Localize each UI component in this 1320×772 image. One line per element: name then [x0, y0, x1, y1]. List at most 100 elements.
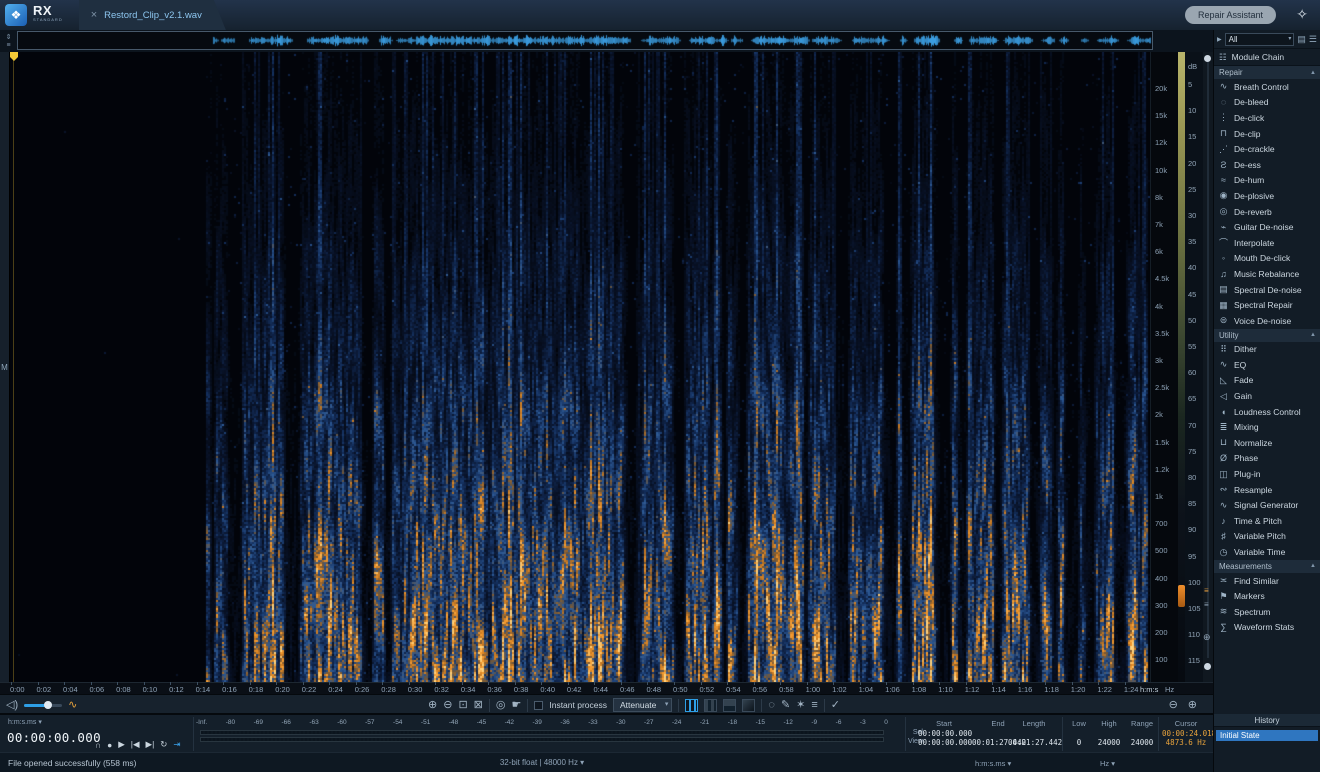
vertical-scroll-knob-bottom[interactable] — [1204, 663, 1211, 670]
zoom-in-icon[interactable]: ⊕ — [428, 696, 437, 714]
sel-start-value[interactable]: 00:00:00.000 — [918, 729, 970, 738]
freq-ruler-unit[interactable]: Hz — [1165, 685, 1174, 694]
module-item-markers[interactable]: ⚑Markers — [1214, 588, 1320, 604]
module-item-fade[interactable]: ◺Fade — [1214, 373, 1320, 389]
module-item-voice-de-noise[interactable]: ⊜Voice De-noise — [1214, 313, 1320, 329]
magic-wand-tool-icon[interactable]: ✶ — [796, 696, 805, 714]
audio-format-label[interactable]: 32-bit float | 48000 Hz ▾ — [196, 758, 888, 767]
module-item-resample[interactable]: ∾Resample — [1214, 482, 1320, 498]
brush-tool-icon[interactable]: ✎ — [781, 696, 790, 714]
overview-menu-icon[interactable]: ≡ — [6, 42, 10, 49]
module-item-dither[interactable]: ⠿Dither — [1214, 342, 1320, 358]
table-freq-unit[interactable]: Hz ▾ — [1100, 759, 1115, 768]
vertical-zoom-in-icon[interactable]: ⊕ — [1203, 632, 1211, 643]
prev-button[interactable]: |◀ — [131, 739, 140, 750]
sidebar-collapse-icon[interactable]: ▶ — [1217, 36, 1222, 43]
module-item-mouth-de-click[interactable]: ◦Mouth De-click — [1214, 251, 1320, 267]
module-item-mixing[interactable]: ≣Mixing — [1214, 419, 1320, 435]
monitor-volume-slider[interactable] — [24, 704, 62, 707]
follow-playhead-button[interactable]: ⇥ — [173, 739, 180, 750]
vertical-scroll-knob-top[interactable] — [1204, 55, 1211, 62]
module-item-phase[interactable]: ØPhase — [1214, 451, 1320, 467]
view-spectrogram-toggle[interactable] — [704, 699, 717, 712]
section-header-repair[interactable]: Repair▲ — [1214, 66, 1320, 79]
module-item-loudness-control[interactable]: ◖Loudness Control — [1214, 404, 1320, 420]
vertical-zoom-icon[interactable]: ⇕ — [6, 33, 12, 41]
history-item[interactable]: Initial State — [1216, 730, 1318, 741]
channel-strip[interactable]: M — [0, 52, 10, 682]
module-item-de-crackle[interactable]: ⋰De-crackle — [1214, 141, 1320, 157]
module-item-gain[interactable]: ◁Gain — [1214, 388, 1320, 404]
h-zoom-out-icon[interactable]: ⊖ — [1169, 696, 1178, 714]
high-value[interactable]: 24000 — [1094, 738, 1124, 747]
view-start-value[interactable]: 00:00:00.000 — [918, 738, 970, 747]
module-item-de-ess[interactable]: ƧDe-ess — [1214, 157, 1320, 173]
module-item-breath-control[interactable]: ∿Breath Control — [1214, 79, 1320, 95]
module-item-spectral-de-noise[interactable]: ▤Spectral De-noise — [1214, 282, 1320, 298]
time-ruler-unit[interactable]: h:m:s — [1140, 685, 1158, 694]
monitor-headphones-button[interactable]: ∩ — [95, 740, 101, 750]
range-value[interactable]: 24000 — [1126, 738, 1158, 747]
ruler-options-icon[interactable]: ≡ — [1204, 600, 1209, 609]
module-item-plug-in[interactable]: ◫Plug-in — [1214, 466, 1320, 482]
file-tab[interactable]: × Restord_Clip_v2.1.wav — [79, 0, 226, 30]
module-item-interpolate[interactable]: ⌒Interpolate — [1214, 235, 1320, 251]
monitor-volume-knob[interactable] — [44, 701, 52, 709]
vertical-scrollbar-track[interactable] — [1207, 62, 1209, 658]
zoom-fit-icon[interactable]: ⊠ — [474, 696, 483, 714]
module-item-eq[interactable]: ∿EQ — [1214, 357, 1320, 373]
preview-check-icon[interactable]: ✓ — [831, 696, 840, 714]
spectrogram-canvas[interactable] — [10, 52, 1150, 682]
process-mode-select[interactable]: Attenuate ▾ — [613, 698, 672, 712]
collapse-section-icon[interactable]: ▲ — [1310, 70, 1316, 76]
module-item-spectrum[interactable]: ≋Spectrum — [1214, 604, 1320, 620]
zoom-selection-icon[interactable]: ⊡ — [458, 696, 467, 714]
module-menu-icon[interactable]: ☰ — [1309, 34, 1317, 45]
instant-process-checkbox[interactable] — [534, 701, 543, 710]
module-item-normalize[interactable]: ⊔Normalize — [1214, 435, 1320, 451]
view-blend-toggle[interactable] — [742, 699, 755, 712]
module-item-de-hum[interactable]: ≈De-hum — [1214, 173, 1320, 189]
waveform-overview[interactable] — [18, 32, 1152, 49]
module-chain-item[interactable]: ☷ Module Chain — [1214, 49, 1320, 66]
h-zoom-in-icon[interactable]: ⊕ — [1188, 696, 1197, 714]
lasso-tool-icon[interactable]: ◌ — [768, 696, 775, 714]
module-item-de-click[interactable]: ⋮De-click — [1214, 110, 1320, 126]
zoom-out-icon[interactable]: ⊖ — [443, 696, 452, 714]
collapse-section-icon[interactable]: ▲ — [1310, 563, 1316, 569]
meter-options-icon[interactable]: ≡ — [1204, 586, 1209, 595]
table-time-unit[interactable]: h:m:s.ms ▾ — [975, 759, 1011, 768]
module-item-spectral-repair[interactable]: ▦Spectral Repair — [1214, 297, 1320, 313]
instant-process-label[interactable]: Instant process — [549, 700, 607, 710]
module-item-find-similar[interactable]: ≍Find Similar — [1214, 573, 1320, 589]
module-item-de-bleed[interactable]: ◌De-bleed — [1214, 95, 1320, 111]
next-button[interactable]: ▶| — [146, 739, 155, 750]
repair-assistant-button[interactable]: Repair Assistant — [1185, 6, 1276, 24]
module-item-guitar-de-noise[interactable]: ⌁Guitar De-noise — [1214, 219, 1320, 235]
module-item-variable-pitch[interactable]: ♯Variable Pitch — [1214, 529, 1320, 545]
hand-tool-icon[interactable]: ☛ — [511, 696, 521, 714]
monitor-speaker-icon[interactable]: ◁) — [6, 696, 18, 714]
module-item-de-clip[interactable]: ⊓De-clip — [1214, 126, 1320, 142]
module-item-time-pitch[interactable]: ♪Time & Pitch — [1214, 513, 1320, 529]
tab-close-icon[interactable]: × — [91, 9, 97, 21]
module-item-waveform-stats[interactable]: ∑Waveform Stats — [1214, 620, 1320, 636]
module-grid-view-icon[interactable]: ▤ — [1297, 34, 1306, 45]
view-length-value[interactable]: 00:01:27.442 — [1008, 738, 1060, 747]
collapse-section-icon[interactable]: ▲ — [1310, 332, 1316, 338]
module-filter-select[interactable]: All ▾ — [1225, 33, 1295, 46]
module-item-signal-generator[interactable]: ∿Signal Generator — [1214, 497, 1320, 513]
record-button[interactable]: ● — [107, 740, 112, 750]
signal-chain-icon[interactable]: ∿ — [68, 696, 77, 714]
module-item-de-reverb[interactable]: ◎De-reverb — [1214, 204, 1320, 220]
play-button[interactable]: ▶ — [118, 739, 125, 750]
module-item-de-plosive[interactable]: ◉De-plosive — [1214, 188, 1320, 204]
module-item-music-rebalance[interactable]: ♫Music Rebalance — [1214, 266, 1320, 282]
zoom-tool-icon[interactable]: ◎ — [496, 696, 506, 714]
section-header-utility[interactable]: Utility▲ — [1214, 329, 1320, 342]
view-split-toggle[interactable] — [723, 699, 736, 712]
loop-button[interactable]: ↻ — [160, 739, 167, 750]
history-header[interactable]: History — [1214, 714, 1320, 727]
module-item-variable-time[interactable]: ◷Variable Time — [1214, 544, 1320, 560]
low-value[interactable]: 0 — [1066, 738, 1092, 747]
